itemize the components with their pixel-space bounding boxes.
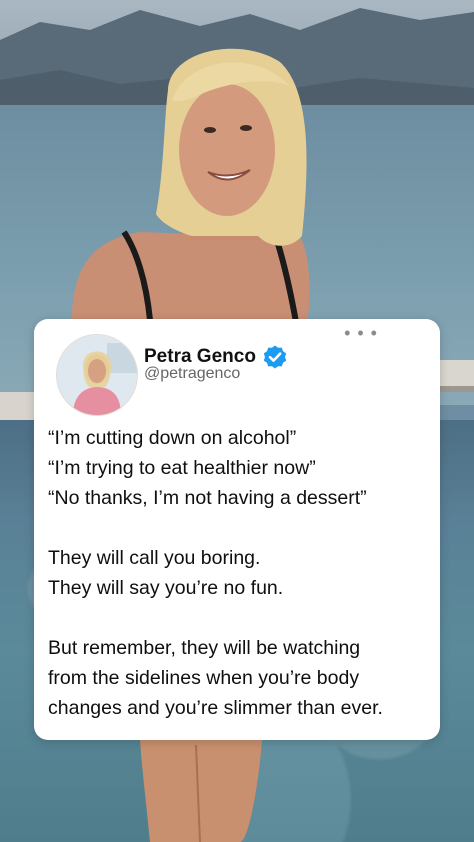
body-line: from the sidelines when you’re body: [48, 667, 360, 689]
body-line: changes and you’re slimmer than ever.: [48, 697, 383, 719]
quote-card: • • • Petra Genco @petragenco “I’m cutti…: [34, 319, 440, 740]
author-handle[interactable]: @petragenco: [144, 365, 240, 383]
verified-badge-icon: [263, 345, 287, 369]
quote-line: “I’m trying to eat healthier now”: [48, 457, 316, 479]
body-line: But remember, they will be watching: [48, 637, 361, 659]
body-line: They will say you’re no fun.: [48, 577, 284, 599]
quote-line: “No thanks, I’m not having a dessert”: [48, 487, 367, 509]
body-line: They will call you boring.: [48, 547, 261, 569]
more-dots-icon[interactable]: • • •: [344, 323, 378, 344]
avatar[interactable]: [56, 334, 138, 416]
post-body: “I’m cutting down on alcohol” “I’m tryin…: [48, 423, 438, 723]
avatar-photo: [57, 335, 137, 415]
quote-line: “I’m cutting down on alcohol”: [48, 427, 297, 449]
